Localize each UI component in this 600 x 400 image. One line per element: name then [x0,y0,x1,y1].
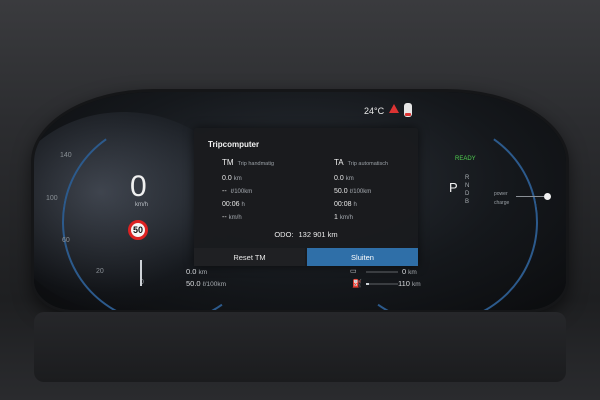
lower-left-stats: 0.0 km 50.0 ℓ/100km [186,267,226,288]
battery-range-bar [366,271,398,273]
gear-option: N [465,183,470,189]
gear-option: R [465,175,470,181]
speed-tick: 140 [60,152,72,159]
trip-value: -- [222,214,227,221]
lower-consumption: 50.0 ℓ/100km [186,279,226,288]
trip-auto-name: Trip automatisch [347,161,389,167]
odometer-value: 132 901 km [298,230,338,239]
trip-row: -- km/h [222,211,274,224]
trip-manual-abbr: TM [222,158,234,167]
trip-computer-panel: Tripcomputer TM Trip handmatig 0.0 km -- … [194,128,418,266]
fuel-range-fill [366,283,369,285]
reset-trip-button[interactable]: Reset TM [194,248,305,266]
odometer-label: ODO: [274,230,294,239]
fuel-range-bar [366,283,398,285]
cluster-screen: 140 100 60 20 0 0 km/h 50 24°C Tripcompu… [34,92,566,310]
trip-manual-name: Trip handmatig [237,161,275,167]
power-labels: power charge [494,190,509,208]
trip-row: -- ℓ/100km [222,185,274,198]
gear-option: B [465,199,470,205]
trip-value: 1 [334,214,338,221]
trip-value: -- [222,188,229,195]
gear-option: D [465,191,470,197]
lower-right-top: 0 km [402,267,417,276]
charge-label: charge [494,200,510,206]
trip-unit: km [345,176,354,182]
lower-value: 0 [402,267,407,276]
trip-value: 50.0 [334,188,348,195]
lower-unit: km [408,269,417,276]
trip-row: 00:06 h [222,198,274,211]
trip-value: 0.0 [334,175,344,182]
trip-unit: h [353,202,357,208]
trip-unit: km/h [339,215,353,221]
speed-readout: 0 [130,170,147,203]
instrument-cluster: 140 100 60 20 0 0 km/h 50 24°C Tripcompu… [34,92,566,310]
trip-value: 00:06 [222,201,240,208]
trip-auto-header: TA Trip automatisch [334,158,388,167]
ready-indicator: READY [455,156,476,162]
lower-value: 0.0 [186,267,197,276]
power-indicator-line [516,196,544,197]
trip-unit: ℓ/100km [230,189,253,195]
lower-value: 50.0 [186,279,201,288]
lower-unit: km [198,269,208,276]
outside-temperature: 24°C [364,106,385,116]
power-label: power [494,191,508,197]
speed-tick: 60 [62,237,70,244]
lower-unit: km [411,281,421,288]
trip-auto-column: TA Trip automatisch 0.0 km 50.0 ℓ/100km 00… [334,158,388,224]
trip-manual-column: TM Trip handmatig 0.0 km -- ℓ/100km 00:06… [222,158,274,224]
trip-row: 0.0 km [222,172,274,185]
trip-auto-abbr: TA [334,158,344,167]
speed-needle [140,260,142,286]
trip-value: 00:08 [334,201,352,208]
lower-unit: ℓ/100km [202,281,227,288]
speed-tick: 100 [46,195,58,202]
lower-right-bottom: 110 km [398,279,421,288]
lower-distance: 0.0 km [186,267,226,276]
trip-unit: km/h [228,215,242,221]
odometer: ODO: 132 901 km [194,230,418,239]
speed-unit: km/h [135,202,149,208]
speed-limit-sign: 50 [128,220,148,240]
trip-unit: km [233,176,242,182]
current-gear: P [449,180,458,195]
speed-tick: 20 [96,268,104,275]
battery-icon: ▭ [350,268,357,275]
close-button[interactable]: Sluiten [307,248,418,266]
fuel-pump-icon: ⛽ [352,279,362,288]
trip-manual-header: TM Trip handmatig [222,158,274,167]
trip-unit: h [241,202,245,208]
gear-options: R N D B [465,174,469,206]
trip-value: 0.0 [222,175,232,182]
trip-row: 0.0 km [334,172,388,185]
dashboard-lower-trim [34,312,566,382]
lower-value: 110 [398,279,410,288]
trip-unit: ℓ/100km [349,189,372,195]
trip-row: 1 km/h [334,211,388,224]
car-door-icon [404,103,412,117]
power-indicator-dot [544,193,551,200]
warning-icon [389,104,399,113]
trip-row: 50.0 ℓ/100km [334,185,388,198]
panel-title: Tripcomputer [208,140,260,149]
trip-row: 00:08 h [334,198,388,211]
